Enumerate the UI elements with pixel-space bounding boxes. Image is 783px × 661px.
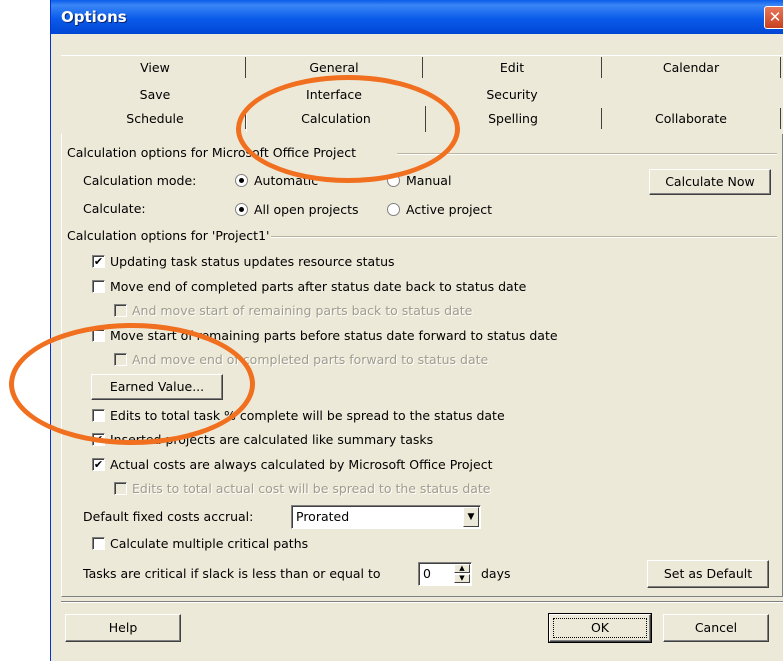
options-dialog: Options ✕ View General Edit Calendar Sav… xyxy=(50,0,783,661)
radio-all-open-projects-label[interactable]: All open projects xyxy=(254,202,359,218)
window-title: Options xyxy=(61,8,127,26)
title-bar[interactable]: Options ✕ xyxy=(51,0,783,34)
tab-collaborate[interactable]: Collaborate xyxy=(602,108,781,129)
radio-active-project-label[interactable]: Active project xyxy=(406,202,492,218)
checkbox-updating-task-status[interactable]: ✔ xyxy=(92,255,105,268)
calculate-now-button[interactable]: Calculate Now xyxy=(649,169,771,195)
checkbox-actual-costs[interactable]: ✔ xyxy=(92,458,105,471)
radio-active-project[interactable] xyxy=(387,203,400,216)
label-move-end-completed[interactable]: Move end of completed parts after status… xyxy=(110,279,526,295)
slack-unit: days xyxy=(481,566,511,581)
tab-security[interactable]: Security xyxy=(423,84,601,105)
close-icon: ✕ xyxy=(768,8,782,26)
spin-up-icon[interactable]: ▲ xyxy=(454,564,470,573)
tab-save[interactable]: Save xyxy=(65,84,245,105)
tab-spelling[interactable]: Spelling xyxy=(425,108,602,129)
label-move-start-remaining-forward[interactable]: Move start of remaining parts before sta… xyxy=(110,328,558,344)
tab-view[interactable]: View xyxy=(65,57,246,78)
checkbox-actual-cost-spread xyxy=(114,482,127,495)
dropdown-arrow-icon[interactable]: ▼ xyxy=(463,507,479,527)
set-as-default-button[interactable]: Set as Default xyxy=(647,560,769,588)
fixed-costs-label: Default fixed costs accrual: xyxy=(83,509,254,524)
checkbox-inserted-projects[interactable]: ✔ xyxy=(92,433,105,446)
checkbox-move-start-remaining-forward[interactable] xyxy=(92,329,105,342)
checkbox-move-start-remaining-back xyxy=(114,304,127,317)
help-label: Help xyxy=(108,620,138,635)
radio-automatic[interactable] xyxy=(235,174,248,187)
calc-options-group-title: Calculation options for Microsoft Office… xyxy=(67,145,356,160)
label-multiple-critical-paths[interactable]: Calculate multiple critical paths xyxy=(110,536,308,552)
slack-value[interactable]: 0 xyxy=(423,566,431,582)
close-button[interactable]: ✕ xyxy=(764,6,783,29)
tab-calendar[interactable]: Calendar xyxy=(602,57,781,78)
cancel-button[interactable]: Cancel xyxy=(663,614,769,642)
label-actual-costs[interactable]: Actual costs are always calculated by Mi… xyxy=(110,457,492,473)
checkbox-multiple-critical-paths[interactable] xyxy=(92,537,105,550)
radio-all-open-projects[interactable] xyxy=(235,203,248,216)
ok-button[interactable]: OK xyxy=(548,613,652,643)
tab-calculation[interactable]: Calculation xyxy=(246,106,426,132)
checkmark-icon: ✔ xyxy=(93,255,104,268)
label-move-end-completed-forward: And move end of completed parts forward … xyxy=(132,352,489,367)
checkmark-icon: ✔ xyxy=(93,433,104,446)
project-options-group-title: Calculation options for 'Project1' xyxy=(67,228,270,243)
calculate-now-label: Calculate Now xyxy=(665,174,755,189)
calculate-label: Calculate: xyxy=(83,201,146,216)
tab-edit[interactable]: Edit xyxy=(423,57,602,78)
radio-manual[interactable] xyxy=(387,174,400,187)
checkmark-icon: ✔ xyxy=(93,458,104,471)
slack-spinner[interactable]: 0 ▲ ▼ xyxy=(418,562,472,586)
label-edits-spread[interactable]: Edits to total task % complete will be s… xyxy=(110,408,505,424)
set-as-default-label: Set as Default xyxy=(663,566,753,581)
label-move-start-remaining-back: And move start of remaining parts back t… xyxy=(132,303,473,318)
checkbox-move-end-completed-forward xyxy=(114,353,127,366)
slack-label: Tasks are critical if slack is less than… xyxy=(83,566,381,581)
checkbox-move-end-completed[interactable] xyxy=(92,280,105,293)
radio-automatic-label[interactable]: Automatic xyxy=(254,173,318,189)
spin-down-icon[interactable]: ▼ xyxy=(454,574,470,583)
label-actual-cost-spread: Edits to total actual cost will be sprea… xyxy=(132,481,491,496)
radio-manual-label[interactable]: Manual xyxy=(406,173,451,189)
label-updating-task-status[interactable]: Updating task status updates resource st… xyxy=(110,254,395,270)
fixed-costs-dropdown[interactable]: Prorated ▼ xyxy=(291,505,481,529)
earned-value-button[interactable]: Earned Value... xyxy=(91,374,223,400)
tab-interface[interactable]: Interface xyxy=(246,84,422,105)
calc-mode-label: Calculation mode: xyxy=(83,173,197,188)
earned-value-label: Earned Value... xyxy=(109,379,205,394)
cancel-label: Cancel xyxy=(694,620,738,635)
label-inserted-projects[interactable]: Inserted projects are calculated like su… xyxy=(110,432,433,448)
help-button[interactable]: Help xyxy=(65,614,181,642)
checkbox-edits-spread[interactable] xyxy=(92,409,105,422)
fixed-costs-value: Prorated xyxy=(296,509,350,524)
tab-general[interactable]: General xyxy=(246,57,423,78)
tab-schedule[interactable]: Schedule xyxy=(65,108,246,129)
